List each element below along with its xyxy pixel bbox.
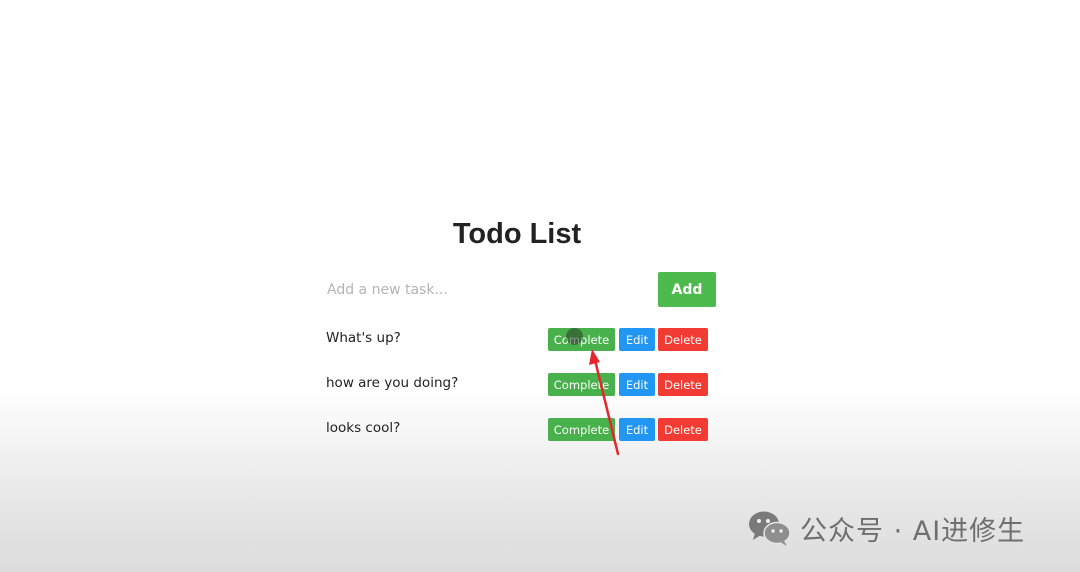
complete-button[interactable]: Complete (548, 373, 615, 396)
add-task-row: Add (317, 272, 717, 308)
complete-button[interactable]: Complete (548, 418, 615, 441)
edit-button[interactable]: Edit (619, 418, 655, 441)
edit-button[interactable]: Edit (619, 373, 655, 396)
task-list: What's up? Complete Edit Delete how are … (317, 328, 717, 463)
page-title: Todo List (452, 218, 582, 250)
task-text: What's up? (326, 330, 401, 346)
delete-button[interactable]: Delete (658, 373, 708, 396)
wechat-icon (749, 511, 791, 546)
edit-button[interactable]: Edit (619, 328, 655, 351)
delete-button[interactable]: Delete (658, 418, 708, 441)
task-text: how are you doing? (326, 375, 459, 391)
task-item: What's up? Complete Edit Delete (317, 328, 717, 351)
delete-button[interactable]: Delete (658, 328, 708, 351)
task-item: how are you doing? Complete Edit Delete (317, 373, 717, 396)
watermark-text: 公众号 · AI进修生 (800, 515, 1026, 547)
task-text: looks cool? (326, 420, 401, 436)
watermark: 公众号 · AI进修生 (748, 506, 1025, 550)
task-item: looks cool? Complete Edit Delete (317, 418, 717, 441)
add-button[interactable]: Add (658, 272, 716, 307)
new-task-input[interactable] (317, 272, 647, 308)
complete-button[interactable]: Complete (548, 328, 615, 351)
